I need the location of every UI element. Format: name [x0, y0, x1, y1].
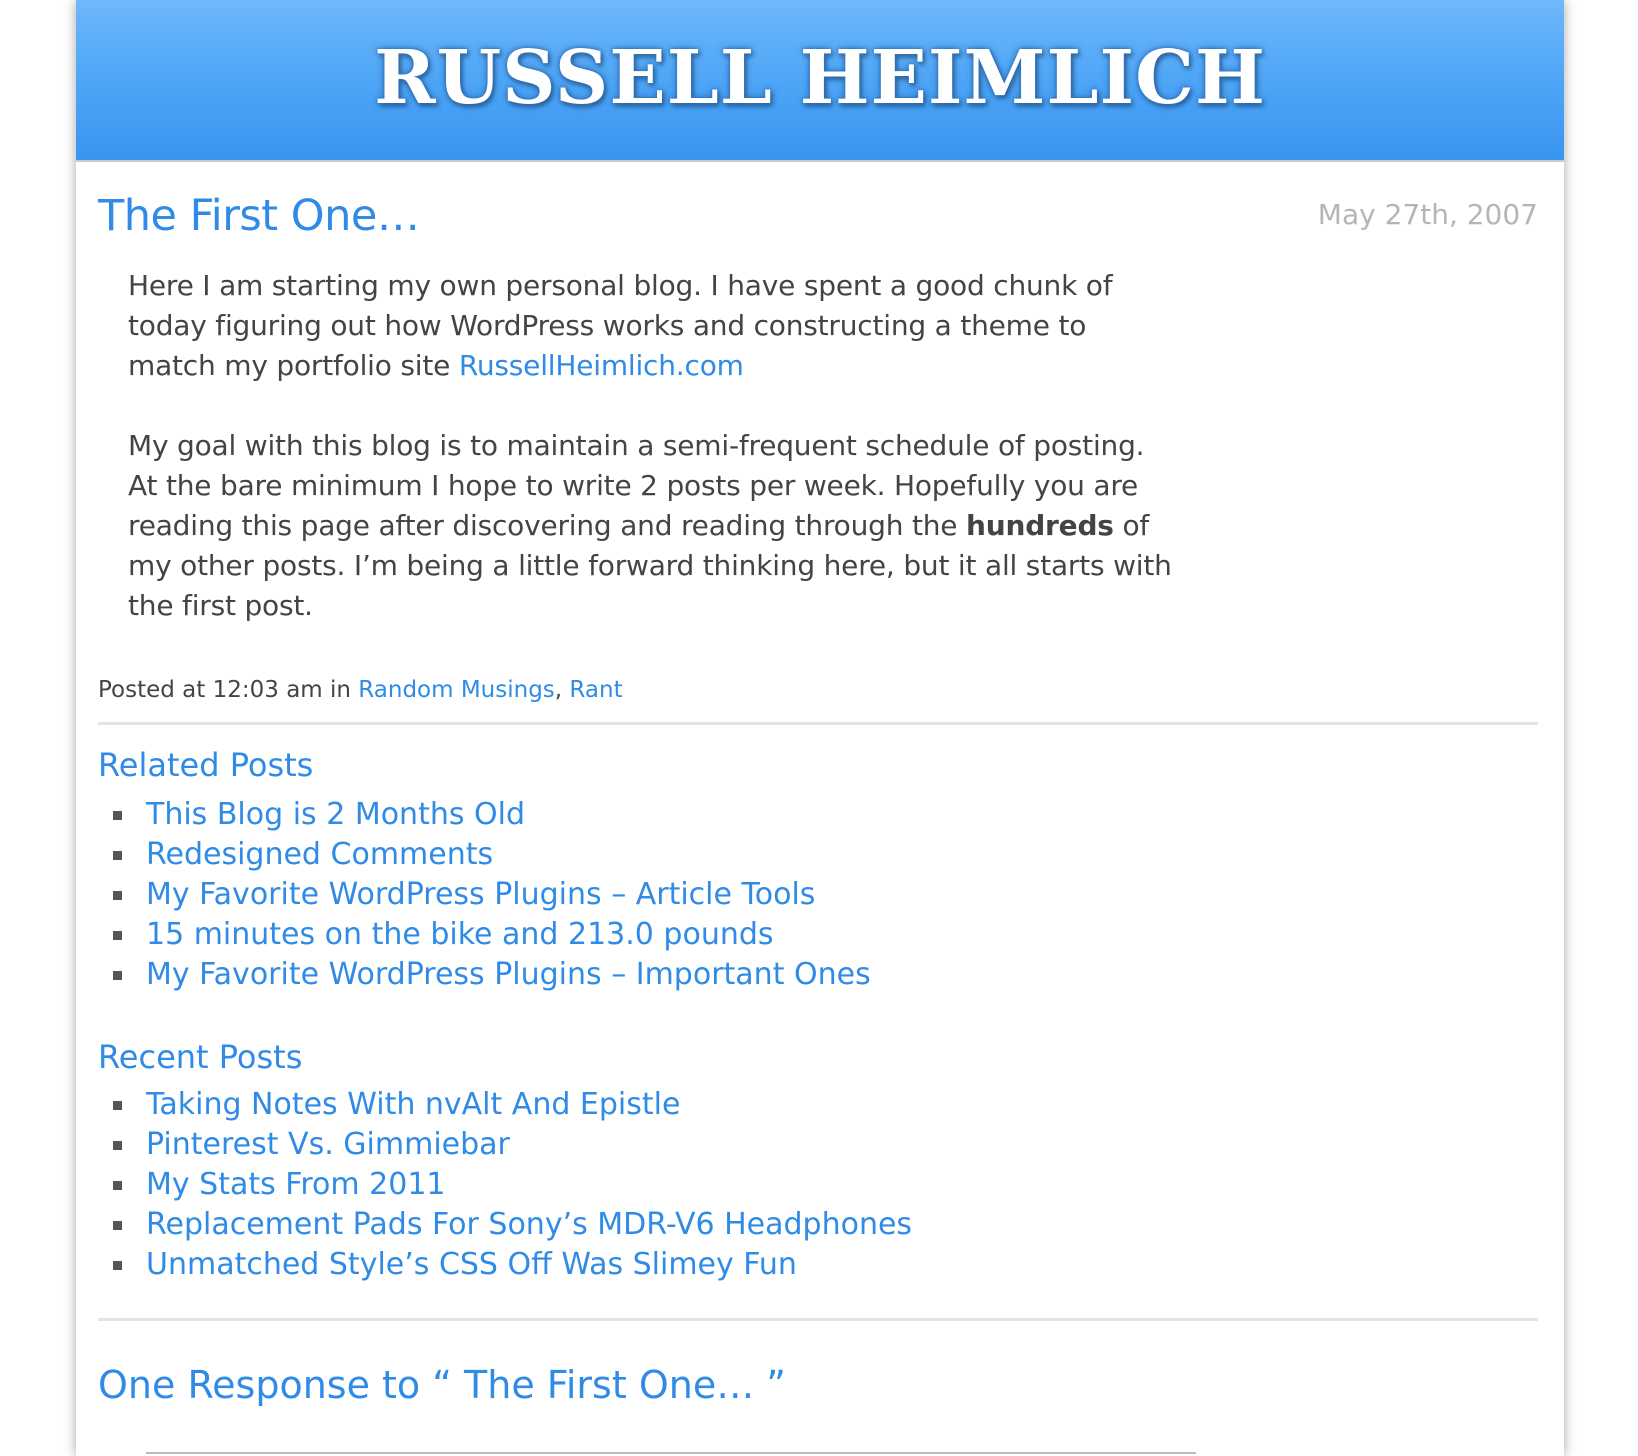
list-item: Unmatched Style’s CSS Off Was Slimey Fun [98, 1245, 912, 1285]
related-posts-list: This Blog is 2 Months Old Redesigned Com… [98, 795, 871, 995]
bullet-icon [113, 1221, 122, 1230]
related-post-link[interactable]: 15 minutes on the bike and 213.0 pounds [146, 917, 774, 952]
post-body: Here I am starting my own personal blog.… [128, 266, 1178, 666]
comment-box-edge [146, 1452, 1196, 1454]
site-logo-title[interactable]: RUSSELL HEIMLICH [76, 33, 1564, 123]
list-item: Replacement Pads For Sony’s MDR-V6 Headp… [98, 1205, 912, 1245]
category-separator: , [554, 677, 570, 703]
divider [98, 1318, 1538, 1321]
bullet-icon [113, 851, 122, 860]
bullet-icon [113, 891, 122, 900]
post-meta: Posted at 12:03 am in Random Musings, Ra… [98, 675, 623, 705]
post-title[interactable]: The First One… [98, 190, 420, 242]
bullet-icon [113, 1141, 122, 1150]
list-item: Taking Notes With nvAlt And Epistle [98, 1085, 912, 1125]
recent-post-link[interactable]: My Stats From 2011 [146, 1167, 446, 1202]
recent-posts-list: Taking Notes With nvAlt And Epistle Pint… [98, 1085, 912, 1285]
list-item: My Stats From 2011 [98, 1165, 912, 1205]
list-item: My Favorite WordPress Plugins – Importan… [98, 955, 871, 995]
related-posts-heading: Related Posts [98, 746, 314, 784]
bullet-icon [113, 1181, 122, 1190]
category-link-rant[interactable]: Rant [569, 677, 622, 703]
posted-at-text: Posted at 12:03 am in [98, 677, 359, 703]
post-paragraph: My goal with this blog is to maintain a … [128, 426, 1178, 626]
recent-post-link[interactable]: Taking Notes With nvAlt And Epistle [146, 1087, 680, 1122]
bold-text: hundreds [966, 509, 1114, 542]
bullet-icon [113, 1261, 122, 1270]
divider [98, 722, 1538, 725]
bullet-icon [113, 971, 122, 980]
category-link-random-musings[interactable]: Random Musings [358, 677, 555, 703]
related-post-link[interactable]: My Favorite WordPress Plugins – Article … [146, 877, 815, 912]
recent-posts-heading: Recent Posts [98, 1038, 303, 1076]
recent-post-link[interactable]: Unmatched Style’s CSS Off Was Slimey Fun [146, 1247, 797, 1282]
bullet-icon [113, 931, 122, 940]
post-date: May 27th, 2007 [1317, 198, 1538, 231]
related-post-link[interactable]: Redesigned Comments [146, 837, 493, 872]
site-header: RUSSELL HEIMLICH [76, 0, 1564, 162]
comments-heading: One Response to “ The First One… ” [98, 1363, 786, 1407]
list-item: Pinterest Vs. Gimmiebar [98, 1125, 912, 1165]
list-item: This Blog is 2 Months Old [98, 795, 871, 835]
portfolio-link[interactable]: RussellHeimlich.com [459, 349, 744, 382]
list-item: Redesigned Comments [98, 835, 871, 875]
related-post-link[interactable]: This Blog is 2 Months Old [146, 797, 525, 832]
bullet-icon [113, 1101, 122, 1110]
post-paragraph: Here I am starting my own personal blog.… [128, 266, 1178, 386]
bullet-icon [113, 811, 122, 820]
list-item: My Favorite WordPress Plugins – Article … [98, 875, 871, 915]
list-item: 15 minutes on the bike and 213.0 pounds [98, 915, 871, 955]
related-post-link[interactable]: My Favorite WordPress Plugins – Importan… [146, 957, 871, 992]
recent-post-link[interactable]: Pinterest Vs. Gimmiebar [146, 1127, 510, 1162]
page-container: RUSSELL HEIMLICH The First One… May 27th… [76, 0, 1564, 1456]
recent-post-link[interactable]: Replacement Pads For Sony’s MDR-V6 Headp… [146, 1207, 912, 1242]
